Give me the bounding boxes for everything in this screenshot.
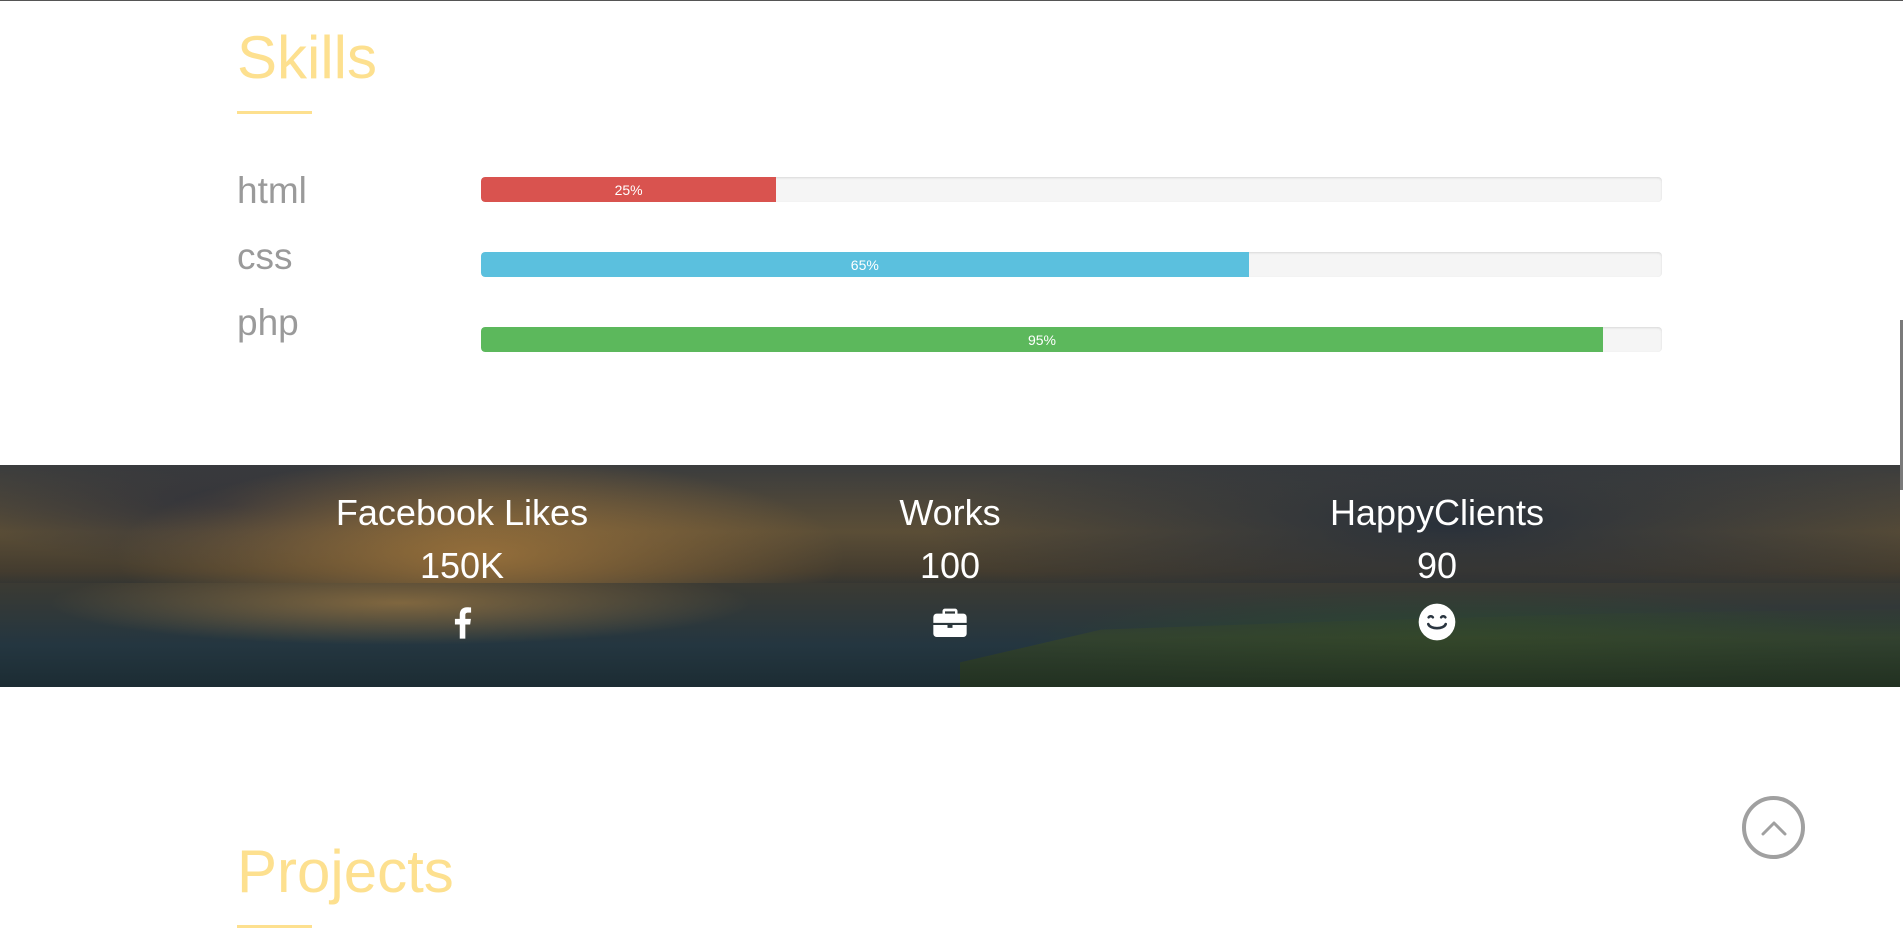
stat-facebook-likes: Facebook Likes 150K [262, 495, 662, 647]
skills-title-underline [237, 111, 312, 114]
stat-works: Works 100 [750, 495, 1150, 647]
stat-happy-clients: HappyClients 90 [1237, 495, 1637, 647]
facebook-icon [442, 602, 482, 642]
projects-title: Projects [237, 838, 454, 905]
stat-title: Facebook Likes [335, 492, 589, 533]
stat-value: 100 [919, 545, 981, 586]
briefcase-icon [930, 602, 970, 642]
stat-title: Works [899, 492, 1001, 533]
progress-fill-html: 25% [481, 177, 777, 202]
chevron-up-icon [1761, 821, 1786, 835]
smile-icon [1417, 602, 1457, 642]
stat-title: HappyClients [1329, 492, 1545, 533]
progress-track-html: 25% [481, 177, 1662, 202]
skills-title: Skills [237, 24, 378, 91]
projects-title-underline [237, 925, 312, 928]
progress-track-php: 95% [481, 327, 1662, 352]
skill-label-php: php [237, 302, 299, 343]
scroll-to-top-button[interactable] [1742, 796, 1805, 859]
skill-label-html: html [237, 170, 307, 211]
stats-band: Facebook Likes 150K Works 100 HappyClien… [0, 465, 1900, 687]
progress-fill-css: 65% [481, 252, 1249, 277]
progress-track-css: 65% [481, 252, 1662, 277]
stat-value: 150K [419, 545, 505, 586]
skill-label-css: css [237, 236, 293, 277]
page: Skills html 25% css 65% php 95% Facebook… [0, 0, 1903, 952]
top-border [0, 0, 1903, 1]
progress-fill-php: 95% [481, 327, 1603, 352]
stat-value: 90 [1416, 545, 1458, 586]
